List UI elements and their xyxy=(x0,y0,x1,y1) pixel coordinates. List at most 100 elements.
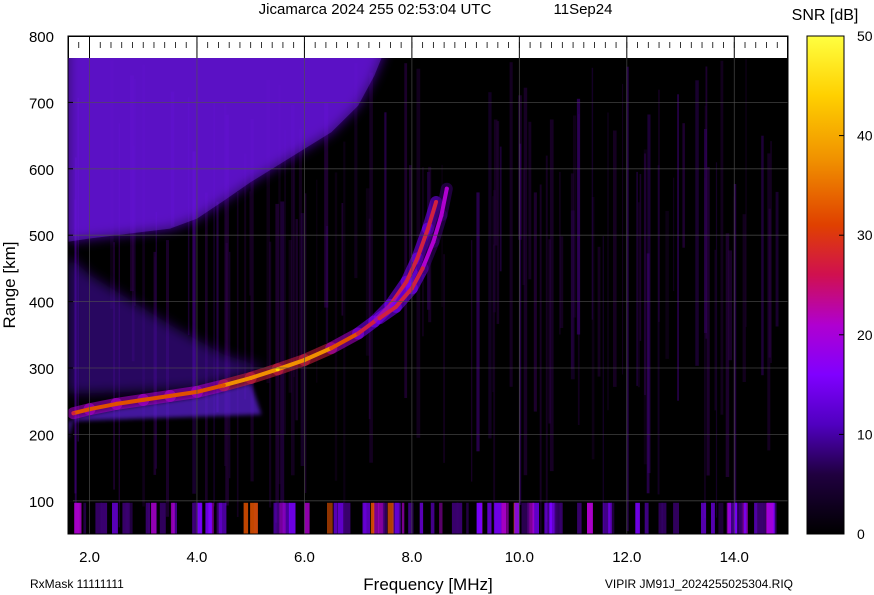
colorbar-tick-label: 20 xyxy=(857,327,873,343)
interference-band-column xyxy=(382,502,388,534)
noise-column xyxy=(343,141,346,519)
colorbar-label: SNR [dB] xyxy=(792,7,859,24)
noise-column xyxy=(682,123,685,248)
noise-column xyxy=(636,171,638,386)
trace-point xyxy=(415,256,420,261)
noise-column xyxy=(443,254,445,463)
noise-column xyxy=(523,87,528,476)
noise-column xyxy=(249,191,251,296)
interference-band-column xyxy=(279,502,286,534)
interference-band-column xyxy=(635,502,640,534)
noise-column xyxy=(545,155,548,522)
interference-band-column xyxy=(430,502,435,534)
colorbar: SNR [dB] 0 10 20 30 40 50 xyxy=(792,7,873,542)
trace-point xyxy=(248,376,253,380)
interference-band-column xyxy=(218,502,227,534)
noise-column xyxy=(742,214,746,382)
interference-band-column xyxy=(602,502,610,534)
noise-column xyxy=(622,83,624,375)
noise-column xyxy=(770,141,772,363)
interference-band-column xyxy=(554,502,559,534)
interference-band-column xyxy=(79,502,82,534)
noise-column xyxy=(496,121,500,324)
interference-band-column xyxy=(658,502,663,534)
trace-point xyxy=(356,331,361,336)
y-tick-label: 100 xyxy=(29,494,54,511)
interference-band-column xyxy=(159,502,166,534)
interference-band-column xyxy=(304,502,310,534)
noise-column xyxy=(570,210,575,380)
x-tick-label: 4.0 xyxy=(187,549,208,566)
trace-point xyxy=(426,226,430,231)
noise-column xyxy=(761,135,764,376)
interference-band-column xyxy=(560,502,563,534)
noise-column xyxy=(539,184,542,533)
interference-band-column xyxy=(493,502,502,534)
interference-band-column xyxy=(711,502,715,534)
x-tick-label: 14.0 xyxy=(720,549,749,566)
noise-column xyxy=(695,80,699,366)
noise-column xyxy=(293,142,296,377)
colorbar-tick-label: 50 xyxy=(857,28,873,44)
colorbar-tick-label: 10 xyxy=(857,426,873,442)
interference-band-column xyxy=(250,502,258,534)
interference-band-column xyxy=(170,502,175,534)
colorbar-tick-label: 0 xyxy=(857,526,865,542)
interference-band-column xyxy=(343,502,351,534)
interference-band-column xyxy=(327,502,333,534)
colorbar-gradient xyxy=(806,35,845,535)
interference-band-column xyxy=(100,502,108,534)
y-tick-label: 800 xyxy=(29,29,54,46)
interference-band-column xyxy=(74,502,80,534)
noise-column xyxy=(597,246,601,377)
interference-band-column xyxy=(419,502,423,534)
y-axis-label: Range [km] xyxy=(0,242,19,329)
noise-column xyxy=(639,174,642,341)
noise-column xyxy=(404,63,408,398)
noise-column xyxy=(637,202,640,388)
noise-column xyxy=(528,121,532,280)
noise-column xyxy=(704,178,706,519)
noise-column xyxy=(471,240,473,482)
noise-column xyxy=(665,211,669,359)
noise-column xyxy=(325,226,329,344)
trace-point xyxy=(114,401,119,406)
interference-band-column xyxy=(701,502,707,534)
noise-column xyxy=(714,249,717,411)
interference-band-column xyxy=(521,502,530,534)
interference-band-column xyxy=(514,502,520,534)
interference-band-column xyxy=(197,502,203,534)
ionogram-chart: Jicamarca 2024 255 02:53:04 UTC 11Sep24 … xyxy=(0,1,873,594)
interference-band-column xyxy=(577,502,582,534)
x-tick-label: 10.0 xyxy=(505,549,534,566)
date-label: 11Sep24 xyxy=(554,1,613,18)
noise-column xyxy=(602,236,604,534)
noise-column xyxy=(499,146,502,272)
interference-band-column xyxy=(401,502,405,534)
x-tick-label: 6.0 xyxy=(294,549,315,566)
trace-point xyxy=(431,239,436,244)
noise-column xyxy=(493,190,496,313)
trace-point xyxy=(71,411,76,416)
trace-point xyxy=(141,397,146,402)
noise-column xyxy=(677,94,679,401)
interference-band-column xyxy=(288,502,296,534)
trace-point xyxy=(439,213,444,218)
interference-band-column xyxy=(205,502,212,534)
y-tick-label: 700 xyxy=(29,95,54,112)
interference-band-column xyxy=(644,502,649,534)
top-tick-strip xyxy=(69,37,787,58)
noise-column xyxy=(488,92,492,439)
y-tick-label: 600 xyxy=(29,162,54,179)
interference-band-column xyxy=(765,502,774,534)
noise-column xyxy=(548,239,551,424)
colorbar-tick-label: 40 xyxy=(857,128,873,144)
interference-band-column xyxy=(333,502,338,534)
interference-band-column xyxy=(549,502,552,534)
noise-column xyxy=(706,167,710,476)
noise-column xyxy=(341,203,344,316)
noise-column xyxy=(657,165,660,495)
noise-column xyxy=(300,213,305,466)
interference-band-column xyxy=(738,502,743,534)
interference-band-column xyxy=(128,502,133,534)
